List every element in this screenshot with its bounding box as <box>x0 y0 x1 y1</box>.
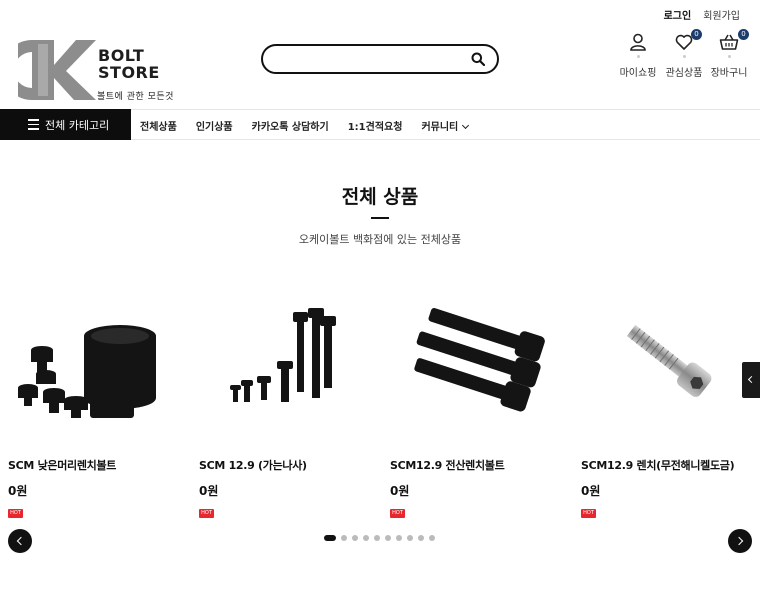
bolt-image <box>230 308 336 402</box>
top-links: 로그인 회원가입 <box>664 7 740 22</box>
all-categories-label: 전체 카테고리 <box>45 119 110 132</box>
product-price: 0원 <box>8 484 28 498</box>
cart-label: 장바구니 <box>710 68 748 79</box>
logo-mark <box>18 40 96 100</box>
carousel-prev-button[interactable] <box>8 529 32 553</box>
logo-tagline: 볼트에 관한 모든것 <box>97 92 174 102</box>
carousel-dot[interactable] <box>396 535 402 541</box>
logo-line1: BOLT <box>98 46 145 65</box>
search-input[interactable] <box>277 50 457 68</box>
hot-badge: HOT <box>581 509 596 518</box>
carousel-dot[interactable] <box>407 535 413 541</box>
main-nav: 전체상품 인기상품 카카오톡 상담하기 1:1견적요청 커뮤니티 <box>140 118 470 133</box>
nav-item-kakao-consult[interactable]: 카카오톡 상담하기 <box>252 118 329 133</box>
nav-item-community[interactable]: 커뮤니티 <box>421 118 470 133</box>
bolt-image <box>414 308 545 412</box>
carousel-dot[interactable] <box>418 535 424 541</box>
nav-item-popular[interactable]: 인기상품 <box>196 118 233 133</box>
wishlist-button[interactable]: 0 관심상품 <box>662 29 706 80</box>
icon-dot <box>636 55 640 58</box>
logo-line2: STORE <box>98 63 160 82</box>
search-icon[interactable] <box>471 52 485 66</box>
carousel-pagination <box>324 535 435 541</box>
carousel-next-button[interactable] <box>728 529 752 553</box>
product-card[interactable]: SCM12.9 렌치(무전해니켈도금) 0원 HOT <box>581 272 756 518</box>
product-card[interactable]: SCM 낮은머리렌치볼트 0원 HOT <box>8 272 183 518</box>
chevron-down-icon <box>462 121 470 130</box>
carousel-dot[interactable] <box>385 535 391 541</box>
bolt-image <box>18 325 156 418</box>
title-underline <box>371 217 389 219</box>
wishlist-count-badge: 0 <box>691 29 702 40</box>
product-image[interactable] <box>199 272 374 447</box>
mypage-button[interactable]: 마이쇼핑 <box>616 33 660 80</box>
basket-icon <box>719 34 739 50</box>
carousel-dot[interactable] <box>341 535 347 541</box>
nav-item-community-label: 커뮤니티 <box>421 122 459 133</box>
cart-button[interactable]: 0 장바구니 <box>707 29 751 80</box>
login-link[interactable]: 로그인 <box>664 7 692 22</box>
mypage-label: 마이쇼핑 <box>619 68 657 79</box>
icon-dot <box>727 55 731 58</box>
menu-icon <box>28 119 39 130</box>
carousel-dot[interactable] <box>429 535 435 541</box>
user-icon <box>630 33 646 51</box>
search-box <box>261 44 499 74</box>
product-name[interactable]: SCM 낮은머리렌치볼트 <box>8 457 183 473</box>
carousel-dot[interactable] <box>374 535 380 541</box>
section-title: 전체 상품 <box>341 186 419 208</box>
side-panel-toggle[interactable] <box>742 362 760 398</box>
product-name[interactable]: SCM12.9 렌치(무전해니켈도금) <box>581 457 756 473</box>
site-logo[interactable]: BOLT STORE 볼트에 관한 모든것 <box>18 38 183 104</box>
hot-badge: HOT <box>8 509 23 518</box>
product-image[interactable] <box>581 272 756 447</box>
product-name[interactable]: SCM 12.9 (가는나사) <box>199 457 374 473</box>
icon-dot <box>682 55 686 58</box>
cart-count-badge: 0 <box>738 29 749 40</box>
nav-item-quote-request[interactable]: 1:1견적요청 <box>348 118 403 133</box>
carousel-dot[interactable] <box>363 535 369 541</box>
product-price: 0원 <box>199 484 219 498</box>
product-card[interactable]: SCM 12.9 (가는나사) 0원 HOT <box>199 272 374 518</box>
product-price: 0원 <box>390 484 410 498</box>
product-image[interactable] <box>390 272 565 447</box>
section-subtitle: 오케이볼트 백화점에 있는 전체상품 <box>298 233 462 246</box>
wishlist-label: 관심상품 <box>665 68 703 79</box>
logo-text: BOLT STORE <box>98 47 160 81</box>
product-price: 0원 <box>581 484 601 498</box>
nav-item-all-products[interactable]: 전체상품 <box>140 118 177 133</box>
bolt-image <box>626 324 712 397</box>
product-image[interactable] <box>8 272 183 447</box>
product-card[interactable]: SCM12.9 전산렌치볼트 0원 HOT <box>390 272 565 518</box>
all-categories-button[interactable]: 전체 카테고리 <box>0 109 131 140</box>
product-name[interactable]: SCM12.9 전산렌치볼트 <box>390 457 565 473</box>
carousel-dot[interactable] <box>324 535 336 541</box>
carousel-dot[interactable] <box>352 535 358 541</box>
hot-badge: HOT <box>390 509 405 518</box>
hot-badge: HOT <box>199 509 214 518</box>
signup-link[interactable]: 회원가입 <box>703 7 740 22</box>
